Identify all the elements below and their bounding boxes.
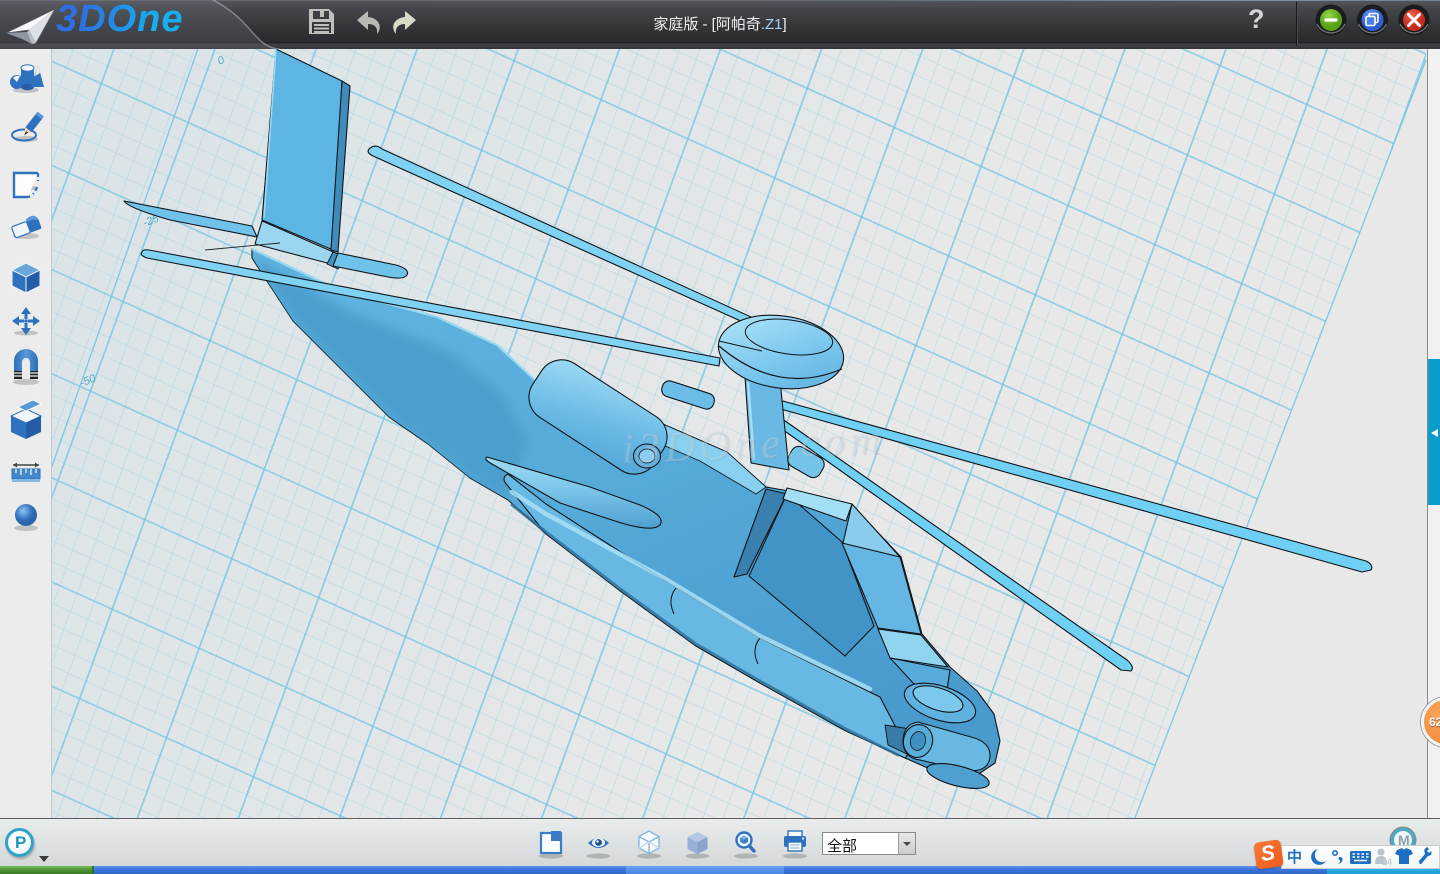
svg-text:14: 14 (1382, 857, 1392, 867)
svg-text:中: 中 (1287, 848, 1302, 866)
